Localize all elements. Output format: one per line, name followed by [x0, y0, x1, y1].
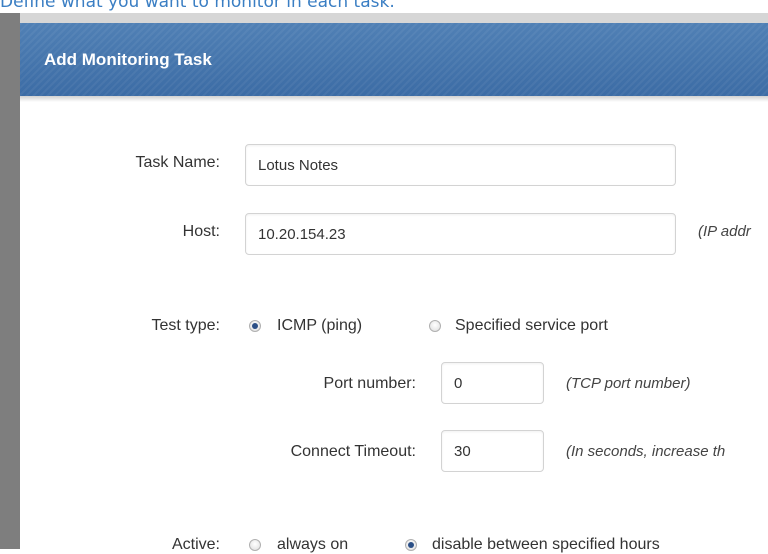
port-number-label: Port number:	[323, 375, 416, 392]
test-type-icmp-label[interactable]: ICMP (ping)	[277, 317, 362, 335]
connect-timeout-hint: (In seconds, increase th	[566, 443, 726, 460]
active-disable-hours-radio[interactable]	[405, 539, 417, 551]
active-disable-hours-label[interactable]: disable between specified hours	[432, 536, 660, 554]
active-label: Active:	[171, 536, 220, 553]
active-always-on-radio[interactable]	[249, 539, 261, 551]
page-caption: Define what you want to monitor in each …	[0, 0, 395, 12]
test-type-icmp-radio[interactable]	[249, 320, 261, 332]
port-number-input[interactable]: 0	[441, 362, 544, 404]
header-shadow	[20, 96, 768, 102]
host-label: Host:	[182, 223, 220, 240]
window-top-edge	[0, 13, 768, 23]
connect-timeout-input[interactable]: 30	[441, 430, 544, 472]
connect-timeout-label: Connect Timeout:	[290, 443, 416, 460]
dialog-header: Add Monitoring Task	[20, 23, 768, 96]
task-name-label: Task Name:	[135, 154, 220, 171]
window-left-edge	[0, 13, 20, 549]
host-input[interactable]: 10.20.154.23	[245, 213, 676, 255]
dialog-title: Add Monitoring Task	[44, 50, 212, 69]
test-type-service-port-radio[interactable]	[429, 320, 441, 332]
test-type-label: Test type:	[151, 317, 220, 334]
host-hint: (IP addr	[698, 223, 751, 240]
test-type-service-port-label[interactable]: Specified service port	[455, 317, 608, 335]
port-number-hint: (TCP port number)	[566, 375, 691, 392]
active-always-on-label[interactable]: always on	[277, 536, 348, 554]
task-name-input[interactable]: Lotus Notes	[245, 144, 676, 186]
add-monitoring-task-dialog: Add Monitoring Task Task Name: Lotus Not…	[20, 23, 768, 553]
